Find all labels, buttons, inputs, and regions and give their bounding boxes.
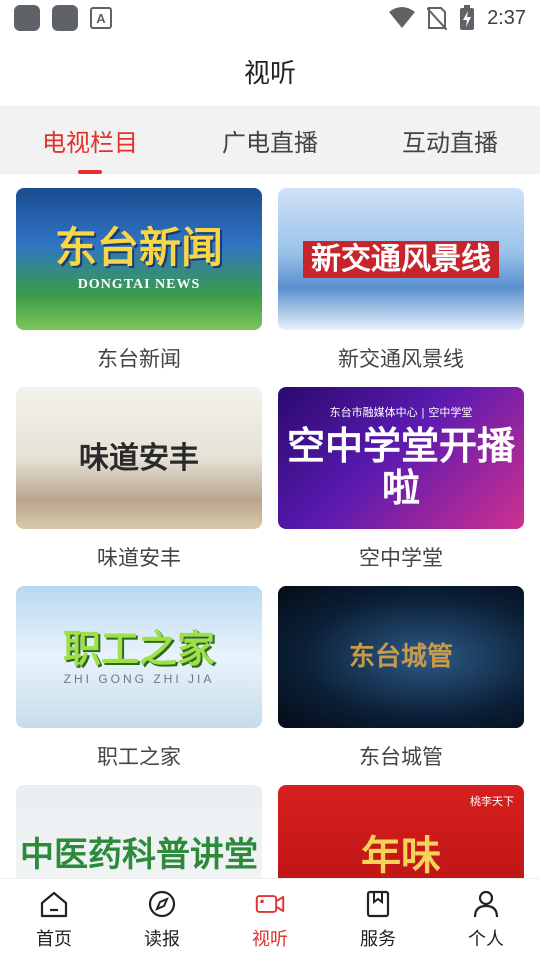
nav-audio-video[interactable]: 视听 (216, 879, 324, 960)
program-name: 职工之家 (97, 745, 181, 769)
program-card[interactable]: 东台新闻 DONGTAI NEWS 东台新闻 (16, 188, 262, 386)
thumbnail-title: 职工之家 (62, 625, 215, 671)
thumbnail-title: 空中学堂开播啦 (286, 423, 515, 511)
nav-home[interactable]: 首页 (0, 879, 108, 960)
tab-tv-programs[interactable]: 电视栏目 (0, 106, 180, 174)
bottom-nav: 首页 读报 视听 服务 个人 (0, 878, 540, 960)
program-thumbnail[interactable]: 中医药科普讲堂 (16, 785, 262, 878)
program-card[interactable]: 桃李天下 年味 (278, 785, 524, 878)
program-name: 味道安丰 (97, 546, 181, 570)
nav-profile[interactable]: 个人 (432, 879, 540, 960)
notification-icon (52, 5, 78, 31)
program-thumbnail[interactable]: 新交通风景线 (278, 188, 524, 330)
keyboard-a-icon: A (90, 7, 112, 29)
program-card[interactable]: 新交通风景线 新交通风景线 (278, 188, 524, 386)
nav-label: 视听 (252, 928, 288, 950)
tab-interactive-live[interactable]: 互动直播 (360, 106, 540, 174)
thumbnail-subtitle: DONGTAI NEWS (77, 277, 201, 293)
thumbnail-title: 年味 (361, 832, 441, 878)
program-name: 空中学堂 (359, 546, 443, 570)
page-title: 视听 (243, 58, 296, 89)
thumbnail-caption: 东台市融媒体中心 | 空中学堂 (329, 406, 473, 420)
home-icon (39, 889, 69, 919)
program-name: 东台新闻 (97, 347, 181, 371)
program-thumbnail[interactable]: 东台市融媒体中心 | 空中学堂 空中学堂开播啦 (278, 387, 524, 529)
thumbnail-title: 东台城管 (348, 641, 453, 672)
compass-icon (147, 889, 177, 919)
program-name: 东台城管 (359, 745, 443, 769)
wifi-icon (389, 7, 416, 28)
program-card[interactable]: 味道安丰 味道安丰 (16, 387, 262, 585)
thumbnail-title: 新交通风景线 (303, 240, 499, 278)
battery-charging-icon (460, 5, 475, 30)
program-grid: 东台新闻 DONGTAI NEWS 东台新闻 新交通风景线 新交通风景线 味道安… (0, 174, 540, 878)
person-icon (471, 889, 501, 919)
program-card[interactable]: 东台城管 东台城管 (278, 586, 524, 784)
video-camera-icon (255, 889, 285, 919)
nav-label: 首页 (36, 928, 72, 950)
program-thumbnail[interactable]: 东台新闻 DONGTAI NEWS (16, 188, 262, 330)
tab-bar: 电视栏目 广电直播 互动直播 (0, 106, 540, 174)
nav-services[interactable]: 服务 (324, 879, 432, 960)
nav-read-paper[interactable]: 读报 (108, 879, 216, 960)
program-card[interactable]: 职工之家 ZHI GONG ZHI JIA 职工之家 (16, 586, 262, 784)
thumbnail-caption: 桃李天下 (470, 795, 514, 808)
program-thumbnail[interactable]: 职工之家 ZHI GONG ZHI JIA (16, 586, 262, 728)
thumbnail-title: 东台新闻 (54, 223, 223, 273)
tab-broadcast-live[interactable]: 广电直播 (180, 106, 360, 174)
program-card[interactable]: 东台市融媒体中心 | 空中学堂 空中学堂开播啦 空中学堂 (278, 387, 524, 585)
program-card[interactable]: 中医药科普讲堂 (16, 785, 262, 878)
nav-label: 个人 (468, 928, 504, 950)
notification-icon (14, 5, 40, 31)
clock-time: 2:37 (487, 6, 526, 29)
thumbnail-title: 中医药科普讲堂 (20, 835, 258, 876)
no-sim-icon (427, 7, 448, 30)
nav-label: 服务 (360, 928, 396, 950)
nav-label: 读报 (144, 928, 180, 950)
program-thumbnail[interactable]: 桃李天下 年味 (278, 785, 524, 878)
status-bar: A 2:37 (0, 0, 540, 36)
bookmark-icon (363, 889, 393, 919)
thumbnail-title: 味道安丰 (79, 440, 199, 476)
header: 视听 (0, 36, 540, 106)
thumbnail-subtitle: ZHI GONG ZHI JIA (63, 672, 215, 687)
program-name: 新交通风景线 (338, 347, 464, 371)
program-thumbnail[interactable]: 味道安丰 (16, 387, 262, 529)
program-thumbnail[interactable]: 东台城管 (278, 586, 524, 728)
